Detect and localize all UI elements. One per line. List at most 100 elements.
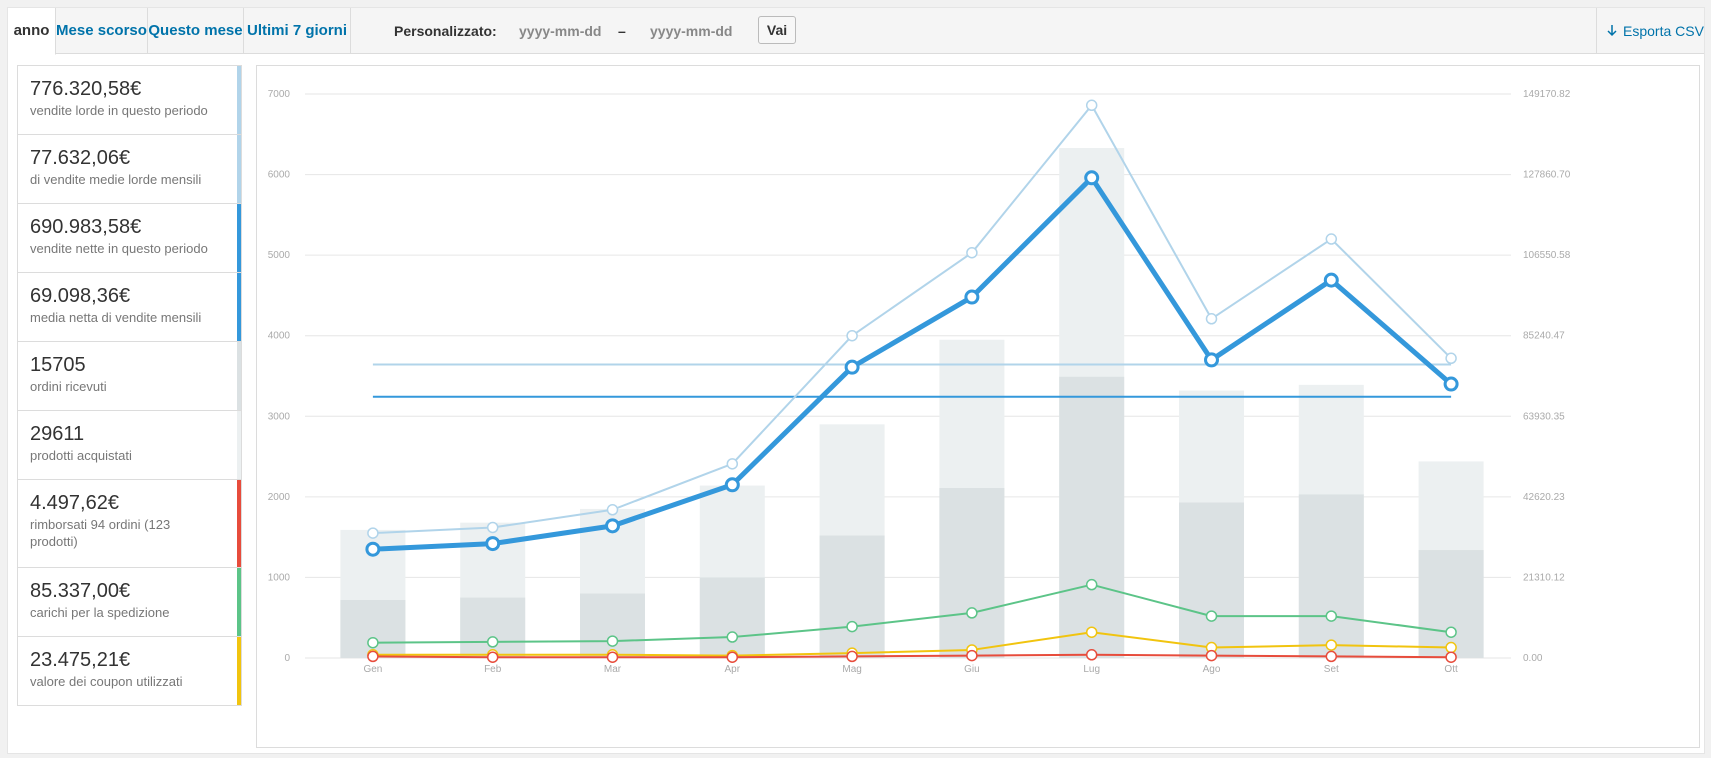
- data-point: [726, 458, 739, 470]
- legend-label: vendite lorde in questo periodo: [30, 103, 208, 118]
- data-point: [1085, 626, 1098, 638]
- data-point: [367, 527, 379, 539]
- tab-this-month[interactable]: Questo mese: [148, 8, 244, 54]
- data-point: [485, 536, 501, 552]
- x-tick-label: Feb: [484, 664, 502, 675]
- data-point: [726, 631, 739, 643]
- legend-item-net-sales[interactable]: 690.983,58€ vendite nette in questo perio…: [18, 204, 241, 273]
- data-point: [486, 521, 499, 534]
- end-date-field[interactable]: yyyy-mm-dd: [650, 8, 732, 54]
- data-point: [1325, 639, 1338, 651]
- bar-ordini-ricevuti: [460, 597, 526, 658]
- data-point: [606, 503, 619, 516]
- data-point: [367, 636, 379, 649]
- legend-value: 69.098,36€: [30, 285, 131, 307]
- legend-label: rimborsati 94 ordini (123 prodotti): [30, 517, 171, 549]
- y-tick-label-left: 1000: [268, 572, 291, 583]
- bar-ordini-ricevuti: [699, 577, 765, 658]
- chart-legend: 776.320,58€ vendite lorde in questo perio…: [17, 65, 242, 706]
- legend-label: vendite nette in questo periodo: [30, 241, 208, 256]
- series-line: [372, 583, 1452, 644]
- legend-label: carichi per la spedizione: [30, 605, 170, 620]
- y-tick-label-right: 63930.35: [1523, 411, 1565, 422]
- legend-item-shipping[interactable]: 85.337,00€ carichi per la spedizione: [18, 568, 241, 637]
- data-point: [486, 651, 499, 663]
- date-separator: –: [618, 23, 626, 39]
- data-point: [966, 607, 978, 619]
- data-point: [1085, 649, 1098, 661]
- export-csv-label: Esporta CSV: [1623, 23, 1704, 39]
- legend-label: valore dei coupon utilizzati: [30, 674, 183, 689]
- legend-item-coupons[interactable]: 23.475,21€ valore dei coupon utilizzati: [18, 637, 241, 706]
- y-tick-label-right: 21310.12: [1523, 572, 1565, 583]
- data-point: [1205, 649, 1218, 662]
- legend-color-swatch: [237, 135, 241, 203]
- legend-label: media netta di vendite mensili: [30, 310, 202, 325]
- data-point: [846, 650, 858, 663]
- x-tick-label: Giu: [964, 664, 980, 675]
- data-point: [365, 541, 381, 557]
- legend-value: 15705: [30, 354, 86, 376]
- legend-value: 29611: [30, 423, 85, 445]
- data-point: [1443, 376, 1459, 392]
- legend-color-swatch: [237, 273, 241, 341]
- y-tick-label-right: 85240.47: [1523, 331, 1565, 342]
- legend-value: 23.475,21€: [30, 649, 131, 671]
- x-tick-label: Mag: [842, 664, 861, 675]
- legend-item-items[interactable]: 29611 prodotti acquistati: [18, 411, 241, 480]
- legend-color-swatch: [237, 66, 241, 134]
- bar-ordini-ricevuti: [1179, 502, 1244, 658]
- data-point: [1325, 650, 1338, 663]
- legend-item-avg-gross-sales[interactable]: 77.632,06€ di vendite medie lorde mensili: [18, 135, 241, 204]
- arrow-down-icon: [1607, 25, 1617, 37]
- data-point: [1325, 610, 1338, 622]
- bar-ordini-ricevuti: [1059, 376, 1125, 658]
- y-tick-label-right: 149170.82: [1523, 89, 1571, 100]
- legend-item-refunds[interactable]: 4.497,62€ rimborsati 94 ordini (123 prodo…: [18, 480, 241, 568]
- y-tick-label-left: 6000: [268, 170, 291, 181]
- legend-value: 85.337,00€: [30, 580, 131, 602]
- data-point: [726, 651, 739, 663]
- legend-value: 776.320,58€: [30, 78, 142, 100]
- x-tick-label: Apr: [725, 664, 741, 675]
- legend-label: di vendite medie lorde mensili: [30, 172, 202, 187]
- data-point: [1325, 233, 1338, 245]
- legend-color-swatch: [237, 637, 241, 705]
- tab-last-7-days[interactable]: Ultimi 7 giorni: [244, 8, 351, 54]
- y-tick-label-right: 127860.70: [1523, 170, 1571, 181]
- x-tick-label: Ago: [1203, 664, 1221, 675]
- data-point: [1445, 641, 1457, 654]
- go-button[interactable]: Vai: [758, 16, 796, 44]
- tab-year[interactable]: anno: [8, 8, 56, 55]
- data-point: [966, 649, 978, 662]
- sales-chart: 0 0.00 1000 21310.12 2000 42620.23 3000 63930.3…: [256, 65, 1700, 748]
- data-point: [605, 518, 620, 534]
- legend-item-gross-sales[interactable]: 776.320,58€ vendite lorde in questo perio…: [18, 66, 241, 135]
- data-point: [1323, 272, 1339, 288]
- legend-item-avg-net-sales[interactable]: 69.098,36€ media netta di vendite mensili: [18, 273, 241, 342]
- x-tick-label: Gen: [363, 664, 382, 675]
- y-tick-label-left: 2000: [268, 492, 291, 503]
- data-point: [1445, 626, 1457, 638]
- range-tabs: anno Mese scorso Questo mese Ultimi 7 gi…: [8, 8, 1704, 55]
- export-csv-button[interactable]: Esporta CSV: [1596, 8, 1704, 54]
- legend-value: 4.497,62€: [30, 492, 119, 514]
- tab-last-month[interactable]: Mese scorso: [56, 8, 148, 54]
- y-tick-label-left: 5000: [268, 250, 291, 261]
- legend-color-swatch: [237, 411, 241, 479]
- data-point: [964, 289, 980, 305]
- report-panel: anno Mese scorso Questo mese Ultimi 7 gi…: [7, 7, 1705, 754]
- start-date-field[interactable]: yyyy-mm-dd: [519, 8, 601, 54]
- legend-value: 77.632,06€: [30, 147, 131, 169]
- data-point: [966, 246, 978, 259]
- bar-ordini-ricevuti: [819, 535, 885, 658]
- data-point: [606, 651, 619, 663]
- data-point: [844, 359, 860, 375]
- legend-item-orders[interactable]: 15705 ordini ricevuti: [18, 342, 241, 411]
- y-tick-label-left: 3000: [268, 411, 291, 422]
- bar-ordini-ricevuti: [580, 593, 645, 658]
- series-line: [372, 631, 1452, 657]
- y-tick-label-left: 7000: [268, 89, 291, 100]
- y-tick-label-right: 0.00: [1523, 653, 1543, 664]
- legend-label: prodotti acquistati: [30, 448, 132, 463]
